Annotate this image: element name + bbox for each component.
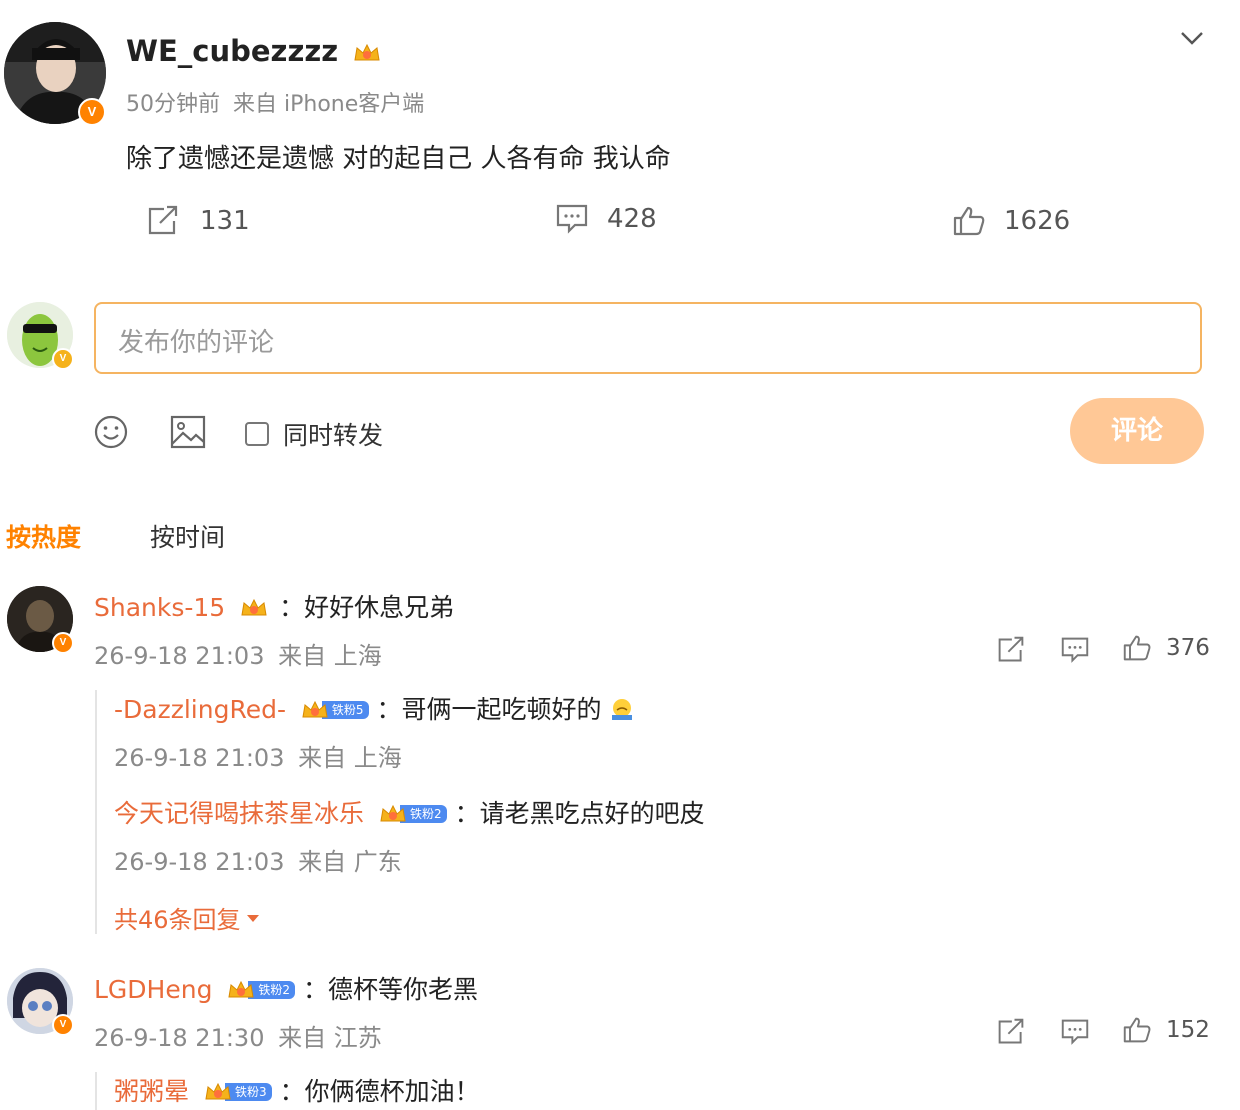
reply-username[interactable]: 今天记得喝抹茶星冰乐 xyxy=(114,799,364,828)
tab-sort-time[interactable]: 按时间 xyxy=(150,518,225,554)
fan-badge: 铁粉2 xyxy=(226,979,296,1001)
verified-badge-icon: V xyxy=(78,98,106,126)
reply-thread-line xyxy=(95,1072,97,1110)
repost-icon[interactable] xyxy=(996,636,1026,668)
comment-time: 26-9-18 21:03 xyxy=(94,642,265,670)
reply-time: 26-9-18 21:03 xyxy=(114,848,285,876)
crown-icon xyxy=(228,980,254,998)
commenter-username[interactable]: Shanks-15 xyxy=(94,593,225,622)
crown-icon xyxy=(205,1082,231,1100)
comment-text: ：好好休息兄弟 xyxy=(279,593,455,622)
reply-location: 来自 广东 xyxy=(298,848,402,876)
repost-button[interactable]: 131 xyxy=(146,204,250,238)
like-button[interactable]: 1626 xyxy=(952,204,1070,238)
submit-comment-button[interactable]: 评论 xyxy=(1070,398,1204,464)
more-replies-label: 共46条回复 xyxy=(114,906,241,934)
crown-icon xyxy=(241,598,267,616)
reply-text: ：请老黑吃点好的吧皮 xyxy=(454,799,705,828)
reply-username[interactable]: 粥粥晕 xyxy=(114,1077,189,1106)
reply-text: ：你俩德杯加油！ xyxy=(279,1077,480,1106)
repost-count: 131 xyxy=(200,206,250,236)
comment-like-button[interactable]: 152 xyxy=(1122,1016,1210,1044)
reply-thread-line xyxy=(95,690,97,934)
also-repost-label: 同时转发 xyxy=(283,421,384,450)
reply-meta: 26-9-18 21:03 来自 上海 xyxy=(114,738,402,773)
chevron-down-icon[interactable] xyxy=(1178,28,1206,48)
crown-icon xyxy=(380,804,406,822)
caret-down-icon xyxy=(246,914,259,922)
verified-badge-icon: V xyxy=(52,1014,74,1036)
emoji-icon[interactable] xyxy=(93,414,129,450)
comment-icon[interactable] xyxy=(1060,636,1090,668)
crown-icon xyxy=(354,43,380,61)
post-meta: 50分钟前 来自 iPhone客户端 xyxy=(126,86,424,118)
repost-icon xyxy=(148,205,178,235)
tab-sort-hot-label: 按热度 xyxy=(6,523,82,552)
crying-emoji-icon xyxy=(612,699,633,720)
comment-like-button[interactable]: 376 xyxy=(1122,634,1210,662)
comment-line: LGDHeng 铁粉2 ：德杯等你老黑 xyxy=(94,970,478,1006)
verified-badge-icon: V xyxy=(52,632,74,654)
reply-line: 粥粥晕 铁粉3 ：你俩德杯加油！ xyxy=(114,1072,480,1108)
like-count: 1626 xyxy=(1004,206,1071,236)
image-icon[interactable] xyxy=(169,414,207,450)
post-source: 来自 iPhone客户端 xyxy=(233,92,425,117)
tab-sort-hot[interactable]: 按热度 xyxy=(6,518,81,554)
comment-location: 来自 江苏 xyxy=(278,1024,382,1052)
reply-location: 来自 上海 xyxy=(298,744,402,772)
like-icon xyxy=(1123,635,1151,661)
more-replies-link[interactable]: 共46条回复 xyxy=(114,900,261,935)
post-username[interactable]: WE_cubezzzz xyxy=(126,34,338,68)
reply-line: 今天记得喝抹茶星冰乐 铁粉2 ：请老黑吃点好的吧皮 xyxy=(114,794,705,830)
comment-input[interactable]: 发布你的评论 xyxy=(94,302,1202,374)
comment-text: ：德杯等你老黑 xyxy=(303,975,479,1004)
fan-badge: 铁粉5 xyxy=(300,699,369,721)
post-time: 50分钟前 xyxy=(126,92,220,117)
reply-meta: 26-9-18 21:03 来自 广东 xyxy=(114,842,402,877)
comment-icon xyxy=(556,204,588,234)
comment-input-placeholder: 发布你的评论 xyxy=(118,328,275,358)
like-icon xyxy=(953,206,985,236)
comment-meta: 26-9-18 21:30 来自 江苏 xyxy=(94,1018,382,1053)
comment-time: 26-9-18 21:30 xyxy=(94,1024,265,1052)
fan-badge: 铁粉2 xyxy=(378,803,447,825)
comment-like-count: 152 xyxy=(1166,1017,1210,1043)
repost-icon[interactable] xyxy=(996,1018,1026,1050)
reply-time: 26-9-18 21:03 xyxy=(114,744,285,772)
fan-badge: 铁粉3 xyxy=(203,1081,272,1103)
post-content: 除了遗憾还是遗憾 对的起自己 人各有命 我认命 xyxy=(126,144,671,174)
checkbox-icon[interactable] xyxy=(245,422,269,446)
also-repost-checkbox[interactable]: 同时转发 xyxy=(245,416,383,452)
comment-like-count: 376 xyxy=(1166,635,1210,661)
verified-badge-icon: V xyxy=(52,348,74,370)
like-icon xyxy=(1123,1017,1151,1043)
post-author-name[interactable]: WE_cubezzzz xyxy=(126,34,382,68)
comment-button[interactable]: 428 xyxy=(555,202,657,236)
comment-meta: 26-9-18 21:03 来自 上海 xyxy=(94,636,382,671)
submit-comment-label: 评论 xyxy=(1110,416,1163,446)
commenter-username[interactable]: LGDHeng xyxy=(94,975,212,1004)
reply-text: ：哥俩一起吃顿好的 xyxy=(376,695,602,724)
comment-count: 428 xyxy=(607,204,657,234)
tab-sort-time-label: 按时间 xyxy=(150,523,226,552)
comment-line: Shanks-15 ：好好休息兄弟 xyxy=(94,588,454,624)
reply-username[interactable]: -DazzlingRed- xyxy=(114,695,286,724)
crown-icon xyxy=(302,700,328,718)
reply-line: -DazzlingRed- 铁粉5 ：哥俩一起吃顿好的 xyxy=(114,690,635,726)
comment-location: 来自 上海 xyxy=(278,642,382,670)
comment-icon[interactable] xyxy=(1060,1018,1090,1050)
